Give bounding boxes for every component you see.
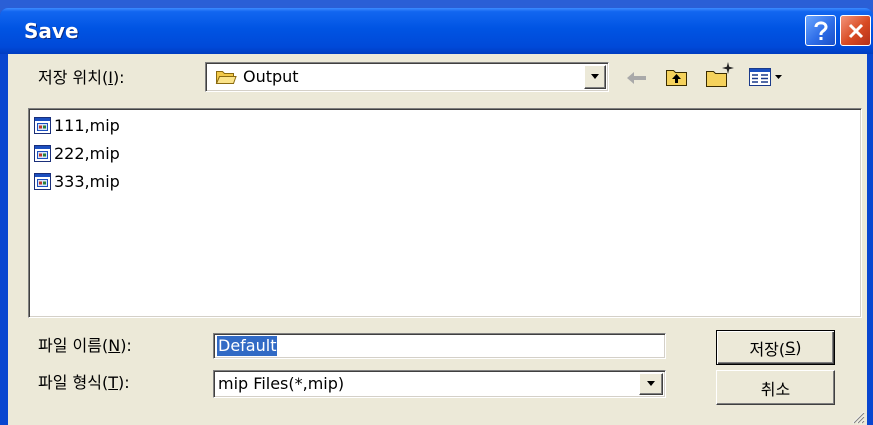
view-menu-icon — [749, 68, 782, 86]
chevron-down-icon — [647, 381, 655, 386]
mip-file-icon — [34, 116, 51, 134]
file-name: 333,mip — [54, 171, 120, 191]
back-arrow-icon — [627, 72, 646, 84]
file-list[interactable]: 111,mip 222,mip 333,mip — [28, 108, 862, 318]
file-type-select[interactable]: mip Files(*,mip) — [213, 370, 666, 398]
title-bar[interactable]: Save — [0, 8, 873, 54]
close-button[interactable] — [840, 15, 871, 46]
help-icon — [814, 20, 828, 40]
file-name: 222,mip — [54, 143, 120, 163]
file-name-value: Default — [217, 336, 278, 356]
file-item[interactable]: 111,mip — [34, 113, 120, 137]
up-folder-icon — [666, 70, 687, 86]
folder-icon — [215, 71, 237, 84]
cancel-button[interactable]: 취소 — [716, 370, 835, 405]
help-button[interactable] — [805, 15, 836, 46]
up-one-level-button[interactable] — [664, 65, 690, 89]
back-button[interactable] — [624, 68, 650, 88]
dialog-body: 저장 위치(I): Output 111,mip 222,mip 333,mip… — [8, 54, 867, 425]
file-type-dropdown-button[interactable] — [639, 373, 663, 395]
save-in-folder-name: Output — [243, 67, 299, 86]
file-type-value: mip Files(*,mip) — [218, 374, 345, 393]
chevron-down-icon — [591, 74, 599, 79]
resize-grip-icon[interactable] — [851, 410, 865, 424]
file-type-label: 파일 형식(T): — [38, 373, 130, 392]
mip-file-icon — [34, 172, 51, 190]
save-in-dropdown[interactable]: Output — [205, 62, 609, 92]
save-in-label: 저장 위치(I): — [38, 68, 125, 87]
window-title: Save — [24, 19, 79, 43]
save-dialog: Save 저장 위치(I): Output 111,mip 222,mip 33… — [0, 8, 873, 425]
save-in-dropdown-button[interactable] — [584, 65, 606, 89]
new-folder-button[interactable] — [704, 61, 736, 88]
file-item[interactable]: 333,mip — [34, 169, 120, 193]
file-name-input[interactable]: Default — [213, 333, 666, 359]
save-button[interactable]: 저장(S) — [716, 330, 835, 365]
mip-file-icon — [34, 144, 51, 162]
new-folder-icon — [706, 62, 734, 87]
view-menu-button[interactable] — [748, 66, 784, 88]
close-icon — [848, 23, 863, 38]
file-name-label: 파일 이름(N): — [38, 336, 132, 355]
file-item[interactable]: 222,mip — [34, 141, 120, 165]
file-name: 111,mip — [54, 115, 120, 135]
